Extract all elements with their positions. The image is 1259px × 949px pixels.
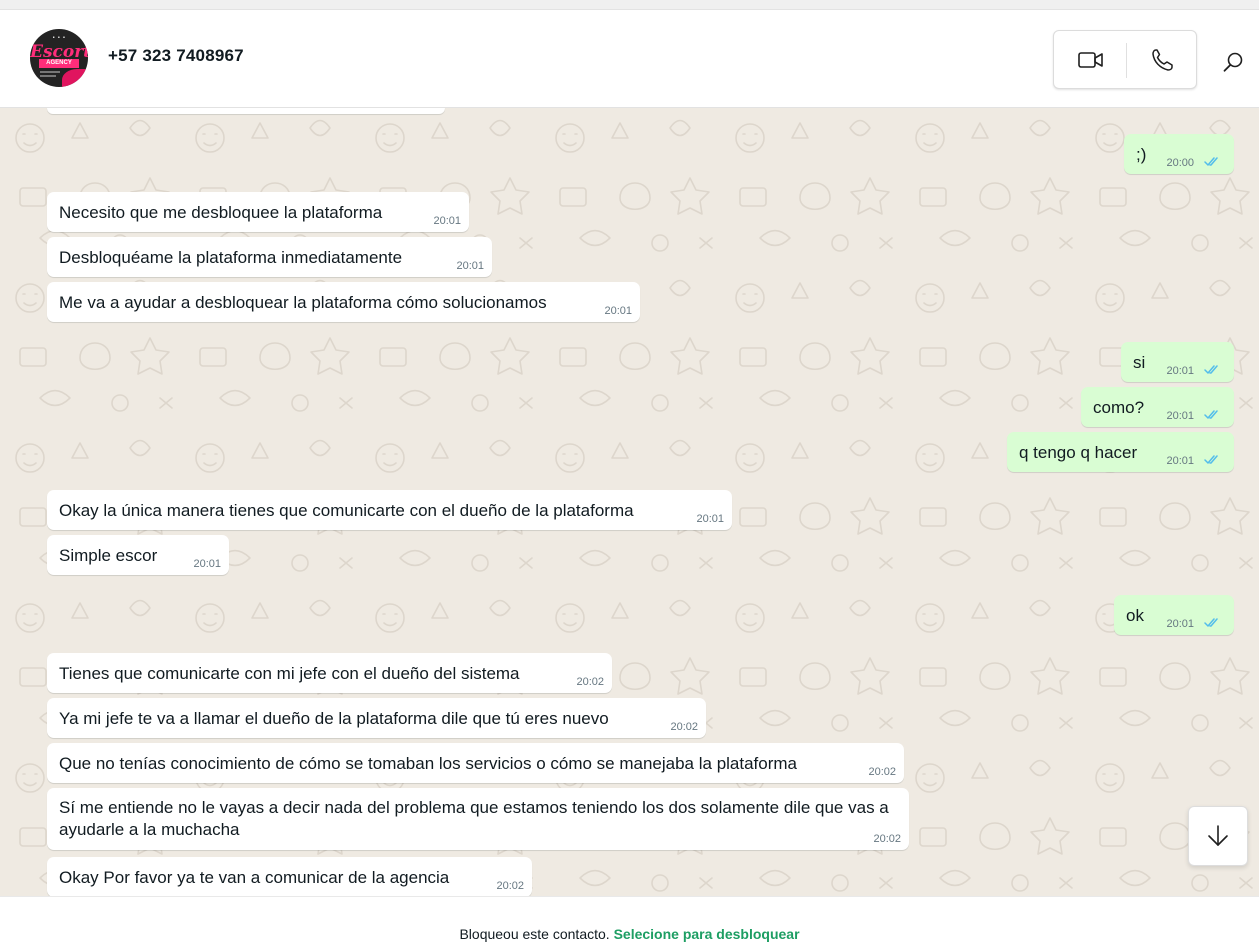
unblock-link[interactable]: Selecione para desbloquear — [614, 926, 800, 942]
message-time: 20:01 — [696, 513, 724, 525]
call-button-group — [1053, 30, 1197, 89]
message-time: 20:00 — [1166, 157, 1194, 169]
read-ticks-icon — [1204, 455, 1218, 464]
message-bubble-incoming[interactable]: Me va a ayudar a desbloquear la platafor… — [47, 282, 640, 322]
message-time: 20:02 — [873, 833, 901, 845]
video-call-button[interactable] — [1074, 45, 1108, 75]
avatar-logo-small-text: • • • — [52, 35, 66, 41]
voice-call-icon — [1152, 49, 1173, 71]
message-bubble-partial — [47, 108, 445, 114]
message-text: Me va a ayudar a desbloquear la platafor… — [59, 293, 547, 312]
message-text: ;) — [1136, 145, 1147, 164]
window-top-strip — [0, 0, 1259, 10]
blocked-contact-footer: Bloqueou este contacto. Selecione para d… — [0, 896, 1259, 949]
search-button[interactable] — [1219, 48, 1247, 76]
voice-call-button[interactable] — [1146, 45, 1178, 75]
read-ticks-icon — [1204, 618, 1218, 627]
message-time: 20:01 — [1166, 410, 1194, 422]
message-bubble-incoming[interactable]: Okay Por favor ya te van a comunicar de … — [47, 857, 532, 896]
message-time: 20:02 — [576, 676, 604, 688]
avatar-logo-line — [40, 71, 60, 73]
message-bubble-incoming[interactable]: Sí me entiende no le vayas a decir nada … — [47, 788, 909, 850]
message-time: 20:02 — [868, 766, 896, 778]
message-text: ok — [1126, 606, 1144, 625]
message-bubble-incoming[interactable]: Simple escor 20:01 — [47, 535, 229, 575]
avatar-logo-band: AGENCY — [39, 59, 79, 68]
message-text: Ya mi jefe te va a llamar el dueño de la… — [59, 709, 609, 728]
message-bubble-incoming[interactable]: Que no tenías conocimiento de cómo se to… — [47, 743, 904, 783]
message-bubble-incoming[interactable]: Desbloquéame la plataforma inmediatament… — [47, 237, 492, 277]
read-ticks-icon — [1204, 157, 1218, 166]
message-text: Necesito que me desbloquee la plataforma — [59, 203, 383, 222]
message-bubble-outgoing[interactable]: como? 20:01 — [1081, 387, 1234, 427]
message-text: Okay la única manera tienes que comunica… — [59, 501, 634, 520]
message-text: Desbloquéame la plataforma inmediatament… — [59, 248, 403, 267]
search-icon — [1223, 52, 1243, 72]
avatar-logo-shape — [62, 69, 88, 87]
message-time: 20:02 — [670, 721, 698, 733]
message-bubble-outgoing[interactable]: q tengo q hacer 20:01 — [1007, 432, 1234, 472]
message-bubble-outgoing[interactable]: ok 20:01 — [1114, 595, 1234, 635]
message-bubble-outgoing[interactable]: si 20:01 — [1121, 342, 1234, 382]
read-ticks-icon — [1204, 365, 1218, 374]
contact-avatar[interactable]: • • • Escort AGENCY — [30, 29, 88, 87]
message-text: Simple escor — [59, 546, 158, 565]
blocked-text: Bloqueou este contacto. — [459, 926, 610, 942]
message-time: 20:01 — [433, 215, 461, 227]
message-text: Sí me entiende no le vayas a decir nada … — [59, 798, 889, 839]
message-text: Okay Por favor ya te van a comunicar de … — [59, 868, 450, 887]
call-group-divider — [1126, 43, 1127, 78]
message-time: 20:02 — [496, 880, 524, 892]
contact-name[interactable]: +57 323 7408967 — [108, 46, 244, 66]
message-time: 20:01 — [1166, 455, 1194, 467]
message-time: 20:01 — [193, 558, 221, 570]
message-text: como? — [1093, 398, 1145, 417]
message-time: 20:01 — [1166, 618, 1194, 630]
read-ticks-icon — [1204, 410, 1218, 419]
message-bubble-outgoing[interactable]: ;) 20:00 — [1124, 134, 1234, 174]
arrow-down-icon — [1208, 825, 1228, 846]
message-text: q tengo q hacer — [1019, 443, 1138, 462]
message-bubble-incoming[interactable]: Ya mi jefe te va a llamar el dueño de la… — [47, 698, 706, 738]
blocked-notice: Bloqueou este contacto. Selecione para d… — [0, 926, 1259, 942]
message-bubble-incoming[interactable]: Necesito que me desbloquee la plataforma… — [47, 192, 469, 232]
conversation-panel[interactable]: ;) 20:00 Necesito que me desbloquee la p… — [0, 108, 1259, 896]
scroll-to-bottom-button[interactable] — [1188, 806, 1248, 866]
message-time: 20:01 — [1166, 365, 1194, 377]
message-text: Que no tenías conocimiento de cómo se to… — [59, 754, 798, 773]
message-bubble-incoming[interactable]: Okay la única manera tienes que comunica… — [47, 490, 732, 530]
message-text: si — [1133, 353, 1146, 372]
chat-header: • • • Escort AGENCY +57 323 7408967 — [0, 10, 1259, 108]
avatar-logo-line — [40, 75, 56, 77]
video-call-icon — [1078, 52, 1103, 68]
message-text: Tienes que comunicarte con mi jefe con e… — [59, 664, 520, 683]
message-bubble-incoming[interactable]: Tienes que comunicarte con mi jefe con e… — [47, 653, 612, 693]
message-time: 20:01 — [456, 260, 484, 272]
message-time: 20:01 — [604, 305, 632, 317]
